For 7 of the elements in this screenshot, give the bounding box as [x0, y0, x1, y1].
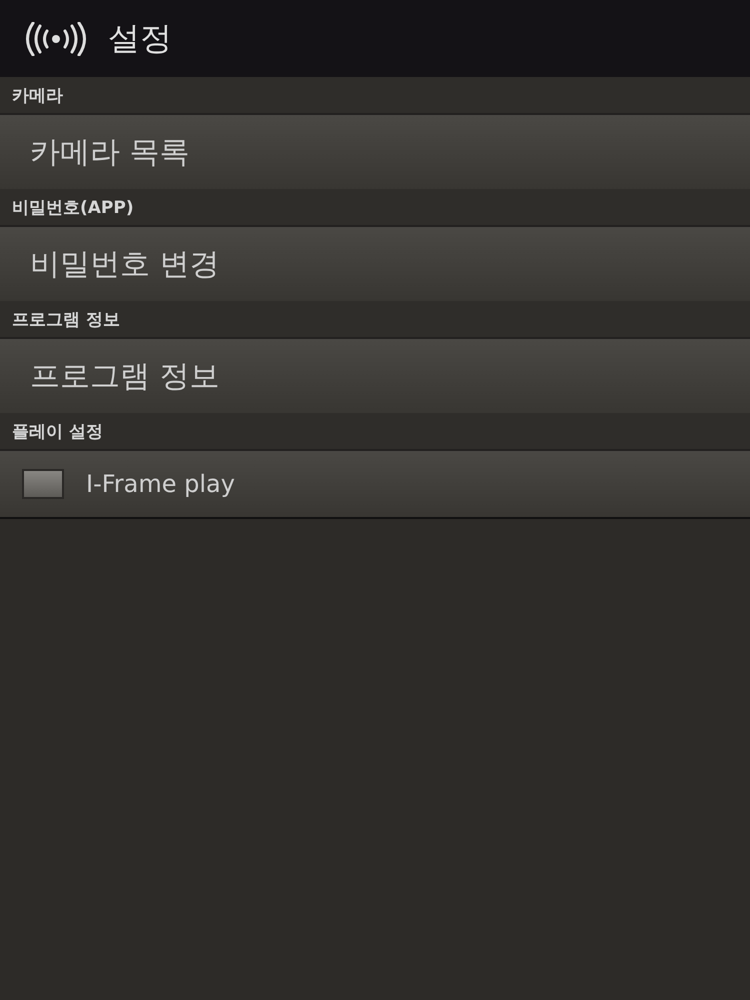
screen-title: 설정 [108, 18, 172, 58]
checkbox-label: I-Frame play [86, 470, 235, 498]
settings-item[interactable]: 프로그램 정보 [0, 339, 750, 413]
checkbox-row[interactable]: I-Frame play [0, 451, 750, 519]
settings-item[interactable]: 비밀번호 변경 [0, 227, 750, 301]
settings-item[interactable]: 카메라 목록 [0, 115, 750, 189]
checkbox[interactable] [22, 469, 64, 499]
